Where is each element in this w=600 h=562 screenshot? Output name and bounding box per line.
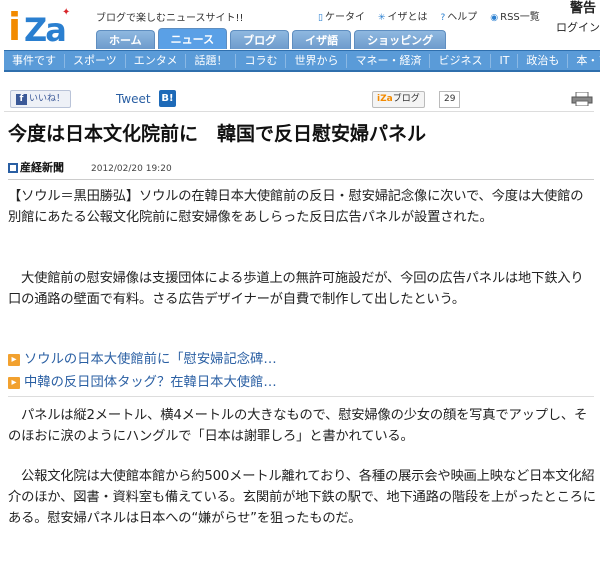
iza-logo[interactable]: i Za ✦ <box>4 4 94 50</box>
hatena-bookmark-icon[interactable]: B! <box>159 90 176 107</box>
nav-item-entertainment[interactable]: エンタメ <box>126 53 187 68</box>
top-links: ▯ ケータイ ✳ イザとは ? ヘルプ ◉ RSS一覧 <box>318 8 540 23</box>
tab-shopping[interactable]: ショッピング <box>354 30 447 49</box>
related-link-1-label: ソウルの日本大使館前に「慰安婦記念碑… <box>24 352 277 367</box>
mobile-icon: ▯ <box>318 13 323 23</box>
main-tabs: ホーム ニュース ブログ イザ語 ショッピング <box>96 28 447 49</box>
nav-item-books[interactable]: 本・アー <box>568 54 600 68</box>
iza-blog-count: 29 <box>439 91 461 108</box>
link-mobile-label: ケータイ <box>324 12 365 23</box>
link-rss[interactable]: ◉ RSS一覧 <box>490 8 540 23</box>
article-timestamp: 2012/02/20 19:20 <box>91 164 172 174</box>
nav-item-world[interactable]: 世界から <box>286 53 348 68</box>
sankei-icon <box>8 162 18 173</box>
nav-item-politics[interactable]: 政治も <box>518 53 569 68</box>
arrow-right-icon: ▸ <box>8 377 20 389</box>
nav-item-sports[interactable]: スポーツ <box>65 53 126 68</box>
related-link-1[interactable]: ▸ ソウルの日本大使館前に「慰安婦記念碑… <box>8 351 596 369</box>
related-link-2[interactable]: ▸ 中韓の反日団体タッグ？在韓日本大使館… <box>8 374 596 392</box>
source-logo: 産経新聞 <box>8 162 64 173</box>
rss-icon: ◉ <box>490 13 499 23</box>
nav-item-money[interactable]: マネー・経済 <box>347 53 431 68</box>
article-paragraph-1: 【ソウル＝黒田勝弘】ソウルの在韓日本大使館前の反日・慰安婦記念像に次いで、今度は… <box>8 189 584 225</box>
link-about-label: イザとは <box>387 12 428 23</box>
article-paragraph-2: 大使館前の慰安婦像は支援団体による歩道上の無許可施設だが、今回の広告パネルは地下… <box>8 271 584 307</box>
article-title: 今度は日本文化院前に 韓国で反日慰安婦パネル <box>8 123 427 145</box>
link-help[interactable]: ? ヘルプ <box>441 8 478 23</box>
facebook-icon: f <box>16 93 27 105</box>
link-help-label: ヘルプ <box>447 12 478 23</box>
logo-letter-i: i <box>8 5 22 49</box>
nav-item-topics[interactable]: 話題！ <box>186 53 237 68</box>
logo-decoration: ✦ <box>62 7 71 18</box>
article-paragraph-3: パネルは縦2メートル、横4メートルの大きなもので、慰安婦像の少女の顔を写真でアッ… <box>8 408 588 444</box>
article-paragraph-4: 公報文化院は大使館本館から約500メートル離れており、各種の展示会や映画上映など… <box>8 469 596 526</box>
nav-item-business[interactable]: ビジネス <box>430 53 492 68</box>
iza-mini-logo: iZa <box>377 94 393 104</box>
print-icon[interactable] <box>571 92 593 106</box>
help-icon: ? <box>440 13 446 23</box>
tab-home[interactable]: ホーム <box>96 30 155 49</box>
iza-blog-button[interactable]: iZaブログ <box>372 91 425 108</box>
related-link-2-label: 中韓の反日団体タッグ？在韓日本大使館… <box>24 375 277 390</box>
social-bar: f いいね！ Tweet B! iZaブログ 29 <box>4 86 594 112</box>
tab-izago[interactable]: イザ語 <box>292 30 352 49</box>
link-about[interactable]: ✳ イザとは <box>378 8 428 23</box>
link-rss-label: RSS一覧 <box>500 12 540 23</box>
article-meta: 産経新聞 2012/02/20 19:20 <box>8 160 594 180</box>
arrow-right-icon: ▸ <box>8 354 20 366</box>
like-label: いいね！ <box>29 94 66 104</box>
nav-item-incidents[interactable]: 事件です <box>4 53 65 68</box>
nav-item-it[interactable]: IT <box>491 53 519 68</box>
source-name: 産経新聞 <box>20 161 64 174</box>
login-link[interactable]: ログイン <box>556 19 600 35</box>
info-icon: ✳ <box>377 13 386 23</box>
tab-blog[interactable]: ブログ <box>230 30 290 49</box>
tweet-button[interactable]: Tweet <box>116 92 151 106</box>
tab-news[interactable]: ニュース <box>157 28 228 49</box>
warning-text: 警告 <box>569 1 596 16</box>
logo-letters-za: Za <box>24 11 67 49</box>
nav-item-columns[interactable]: コラむ <box>236 53 287 68</box>
divider <box>8 396 594 397</box>
category-nav: 事件です スポーツ エンタメ 話題！ コラむ 世界から マネー・経済 ビジネス … <box>4 50 600 72</box>
facebook-like-button[interactable]: f いいね！ <box>10 90 72 108</box>
site-tagline: ブログで楽しむニュースサイト!! <box>96 13 244 24</box>
iza-blog-label: ブログ <box>392 94 420 104</box>
link-mobile[interactable]: ▯ ケータイ <box>318 8 365 23</box>
